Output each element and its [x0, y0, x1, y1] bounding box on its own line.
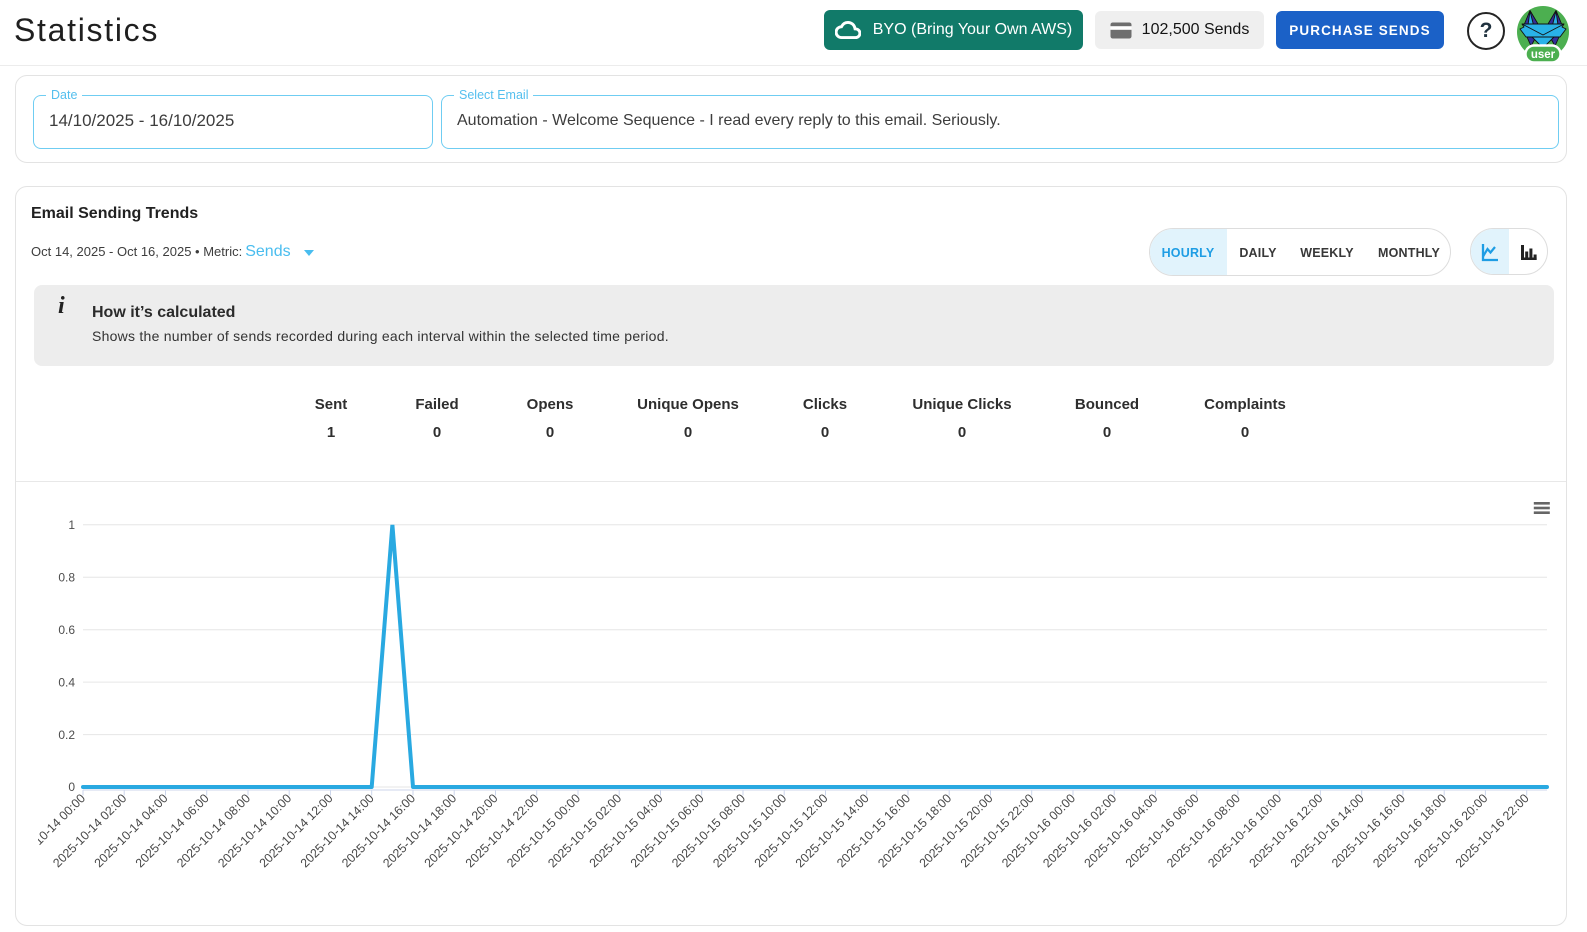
svg-text:2025-10-15 02:00: 2025-10-15 02:00: [545, 791, 624, 870]
svg-text:2025-10-16 08:00: 2025-10-16 08:00: [1164, 791, 1243, 870]
svg-text:2025-10-15 18:00: 2025-10-15 18:00: [875, 791, 954, 870]
svg-text:2025-10-16 04:00: 2025-10-16 04:00: [1081, 791, 1160, 870]
svg-text:0.2: 0.2: [58, 728, 75, 742]
svg-text:2025-10-14 08:00: 2025-10-14 08:00: [174, 791, 253, 870]
svg-text:2025-10-15 22:00: 2025-10-15 22:00: [958, 791, 1037, 870]
svg-text:2025-10-16 18:00: 2025-10-16 18:00: [1370, 791, 1449, 870]
svg-text:user: user: [1531, 49, 1556, 61]
svg-text:2025-10-14 12:00: 2025-10-14 12:00: [257, 791, 336, 870]
svg-text:2025-10-16 06:00: 2025-10-16 06:00: [1123, 791, 1202, 870]
svg-text:1: 1: [68, 518, 75, 532]
svg-text:2025-10-15 14:00: 2025-10-15 14:00: [793, 791, 872, 870]
svg-text:2025-10-14 20:00: 2025-10-14 20:00: [422, 791, 501, 870]
svg-text:2025-10-16 16:00: 2025-10-16 16:00: [1329, 791, 1408, 870]
svg-text:2025-10-14 14:00: 2025-10-14 14:00: [298, 791, 377, 870]
svg-text:0: 0: [68, 780, 75, 794]
svg-text:2025-10-14 06:00: 2025-10-14 06:00: [133, 791, 212, 870]
svg-text:2025-10-15 16:00: 2025-10-15 16:00: [834, 791, 913, 870]
svg-text:2025-10-15 20:00: 2025-10-15 20:00: [917, 791, 996, 870]
svg-text:2025-10-14 18:00: 2025-10-14 18:00: [380, 791, 459, 870]
svg-text:0.6: 0.6: [58, 623, 75, 637]
svg-text:2025-10-14 02:00: 2025-10-14 02:00: [50, 791, 129, 870]
svg-text:2025-10-15 12:00: 2025-10-15 12:00: [752, 791, 831, 870]
svg-text:2025-10-15 08:00: 2025-10-15 08:00: [669, 791, 748, 870]
svg-text:2025-10-14 04:00: 2025-10-14 04:00: [92, 791, 171, 870]
svg-text:2025-10-16 10:00: 2025-10-16 10:00: [1205, 791, 1284, 870]
svg-text:2025-10-15 10:00: 2025-10-15 10:00: [710, 791, 789, 870]
svg-text:2025-10-16 20:00: 2025-10-16 20:00: [1411, 791, 1490, 870]
svg-text:2025-10-14 16:00: 2025-10-14 16:00: [339, 791, 418, 870]
svg-text:2025-10-16 02:00: 2025-10-16 02:00: [1040, 791, 1119, 870]
svg-text:2025-10-15 06:00: 2025-10-15 06:00: [628, 791, 707, 870]
svg-text:0.8: 0.8: [58, 571, 75, 585]
svg-text:2025-10-16 00:00: 2025-10-16 00:00: [999, 791, 1078, 870]
svg-text:2025-10-14 22:00: 2025-10-14 22:00: [463, 791, 542, 870]
svg-text:2025-10-16 14:00: 2025-10-16 14:00: [1288, 791, 1367, 870]
svg-text:2025-10-16 12:00: 2025-10-16 12:00: [1246, 791, 1325, 870]
svg-text:0.4: 0.4: [58, 675, 75, 689]
svg-text:2025-10-16 22:00: 2025-10-16 22:00: [1453, 791, 1532, 870]
svg-text:2025-10-14 10:00: 2025-10-14 10:00: [215, 791, 294, 870]
svg-text:2025-10-15 00:00: 2025-10-15 00:00: [504, 791, 583, 870]
svg-text:2025-10-15 04:00: 2025-10-15 04:00: [587, 791, 666, 870]
